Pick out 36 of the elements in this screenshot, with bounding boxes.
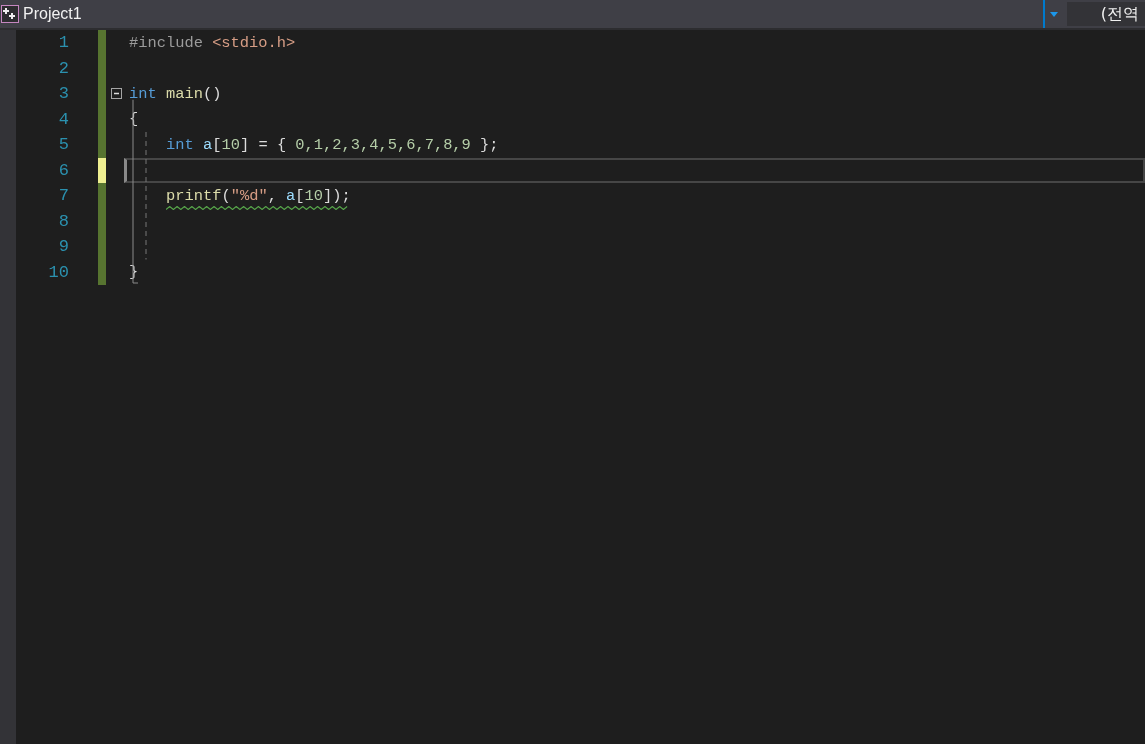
code-token: a (201, 135, 213, 154)
code-token: <stdio.h> (211, 33, 296, 52)
code-token: } (129, 263, 139, 282)
code-token: #include (129, 33, 203, 52)
code-token: 10 (304, 186, 324, 205)
line-number: 3 (57, 84, 69, 104)
code-token: () (202, 84, 222, 103)
code-token: int (129, 84, 157, 103)
line-number: 7 (57, 186, 69, 206)
line-number: 6 (57, 160, 69, 180)
code-token: "%d" (230, 186, 268, 205)
project-name: Project1 (23, 5, 82, 23)
code-token: { (129, 110, 139, 129)
line-number: 2 (57, 58, 69, 78)
scope-dropdown[interactable]: (전역 (1067, 2, 1145, 26)
code-token: , (267, 186, 277, 205)
code-token: ( (221, 186, 231, 205)
line-number: 1 (57, 33, 69, 53)
line-number: 4 (57, 109, 69, 129)
code-token: 10 (221, 135, 240, 154)
code-token: printf (166, 186, 222, 205)
line-number: 10 (47, 262, 69, 282)
code-token: ] = { (239, 135, 287, 154)
collapse-icon[interactable] (111, 88, 122, 100)
code-token: }; (479, 135, 499, 154)
code-token: [ (295, 186, 305, 205)
code-token: main (164, 84, 203, 103)
line-number: 9 (57, 237, 69, 257)
code-token: int (166, 135, 194, 154)
code-token: [ (212, 135, 222, 154)
code-token: ]); (323, 186, 351, 205)
line-number: 8 (57, 211, 69, 231)
caret-icon (1050, 11, 1058, 17)
line-number: 5 (57, 135, 69, 155)
code-token: 0,1,2,3,4,5,6,7,8,9 (294, 135, 471, 154)
code-token: a (285, 186, 296, 205)
